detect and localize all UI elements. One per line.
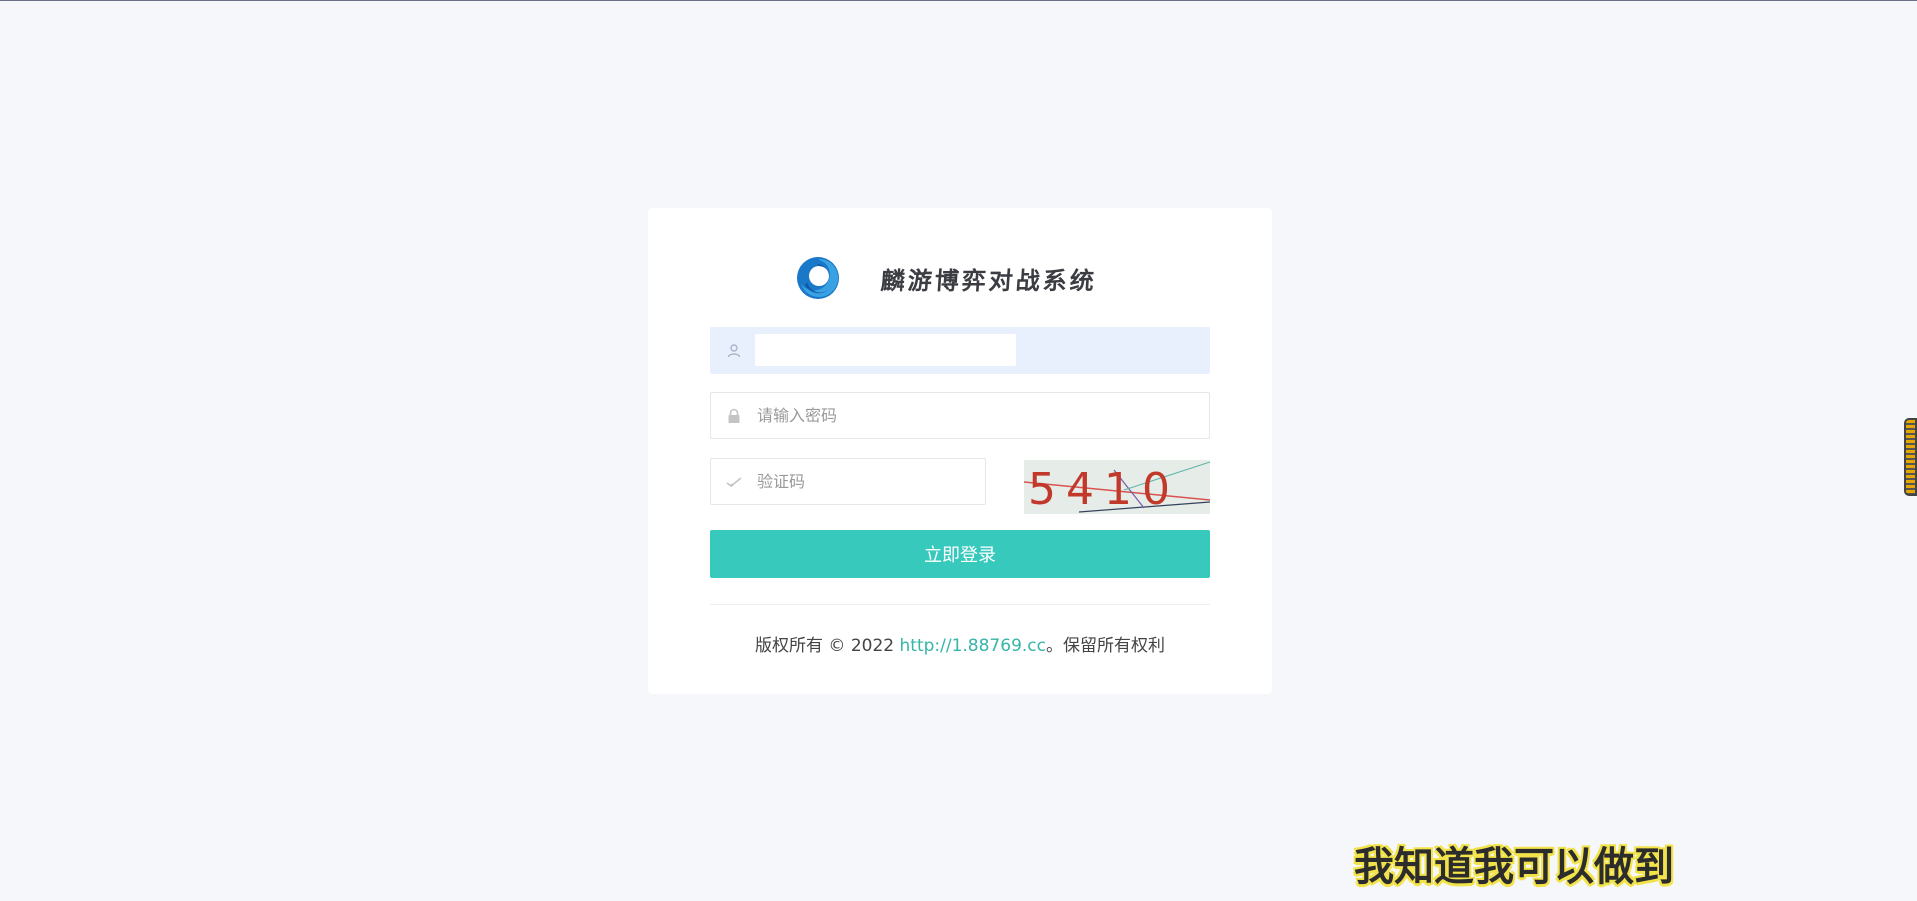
username-input[interactable] — [761, 334, 1011, 366]
login-button[interactable]: 立即登录 — [710, 530, 1210, 578]
video-caption: 我知道我可以做到 — [1354, 844, 1674, 890]
login-card: 麟游博弈对战系统 5410 立即登录 版权所有 © 2022 ht — [648, 208, 1272, 694]
swirl-logo-icon — [797, 257, 839, 299]
site-link[interactable]: http://1.88769.cc — [900, 636, 1046, 656]
side-scroll-handle[interactable] — [1904, 418, 1917, 496]
top-border — [0, 0, 1917, 1]
copyright-footer: 版权所有 © 2022 http://1.88769.cc。保留所有权利 — [648, 631, 1272, 656]
captcha-image[interactable]: 5410 — [1024, 460, 1210, 514]
copyright-suffix: 。保留所有权利 — [1045, 636, 1165, 656]
username-field[interactable] — [710, 327, 1210, 374]
divider — [710, 604, 1210, 605]
check-icon — [726, 477, 742, 487]
captcha-text: 5410 — [1028, 464, 1180, 514]
captcha-field[interactable] — [710, 458, 986, 505]
copyright-prefix: 版权所有 © 2022 — [755, 636, 900, 656]
brand-title: 麟游博弈对战系统 — [879, 266, 1098, 295]
password-input[interactable] — [757, 393, 1187, 438]
user-icon — [727, 344, 741, 358]
brand-header: 麟游博弈对战系统 — [795, 255, 1098, 301]
captcha-input[interactable] — [757, 459, 977, 504]
password-field[interactable] — [710, 392, 1210, 439]
lock-icon — [728, 408, 740, 423]
